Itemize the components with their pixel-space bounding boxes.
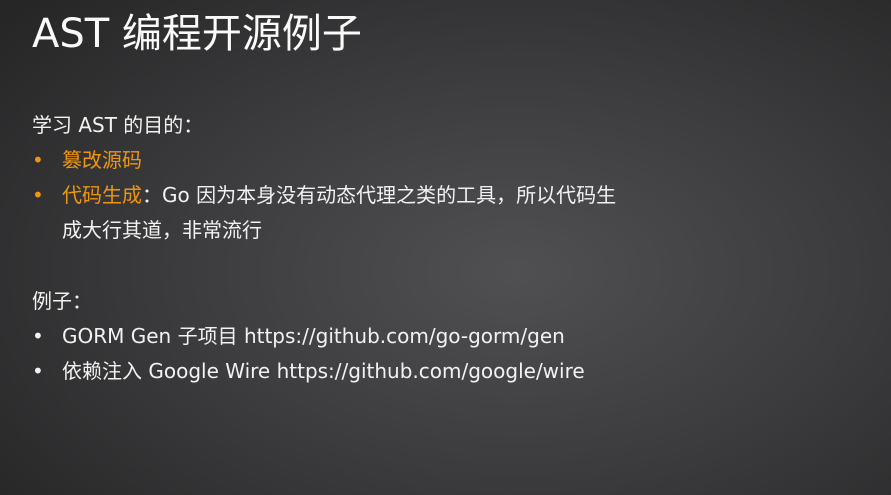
examples-heading: 例子：	[32, 289, 92, 313]
item-text: ：Go 因为本身没有动态代理之类的工具，所以代码生	[142, 183, 617, 207]
bullet-icon: •	[32, 324, 44, 348]
item-highlight: 代码生成	[62, 183, 142, 207]
bullet-icon: •	[32, 359, 44, 383]
slide-title: AST 编程开源例子	[32, 11, 362, 57]
bullet-icon: •	[32, 148, 44, 172]
list-item: • 篡改源码	[32, 143, 616, 178]
list-item: • 依赖注入 Google Wire https://github.com/go…	[32, 354, 585, 389]
example-google-wire: 依赖注入 Google Wire https://github.com/goog…	[62, 359, 585, 383]
examples-section: 例子： • GORM Gen 子项目 https://github.com/go…	[32, 284, 585, 389]
list-item: • GORM Gen 子项目 https://github.com/go-gor…	[32, 319, 585, 354]
purpose-section: 学习 AST 的目的： • 篡改源码 • 代码生成 ：Go 因为本身没有动态代理…	[32, 108, 616, 248]
example-gorm-gen: GORM Gen 子项目 https://github.com/go-gorm/…	[62, 324, 565, 348]
item-highlight: 篡改源码	[62, 148, 142, 172]
purpose-heading: 学习 AST 的目的：	[32, 113, 204, 137]
bullet-icon: •	[32, 183, 44, 207]
item-continuation: 成大行其道，非常流行	[62, 218, 262, 242]
list-item: • 代码生成 ：Go 因为本身没有动态代理之类的工具，所以代码生	[32, 178, 616, 213]
